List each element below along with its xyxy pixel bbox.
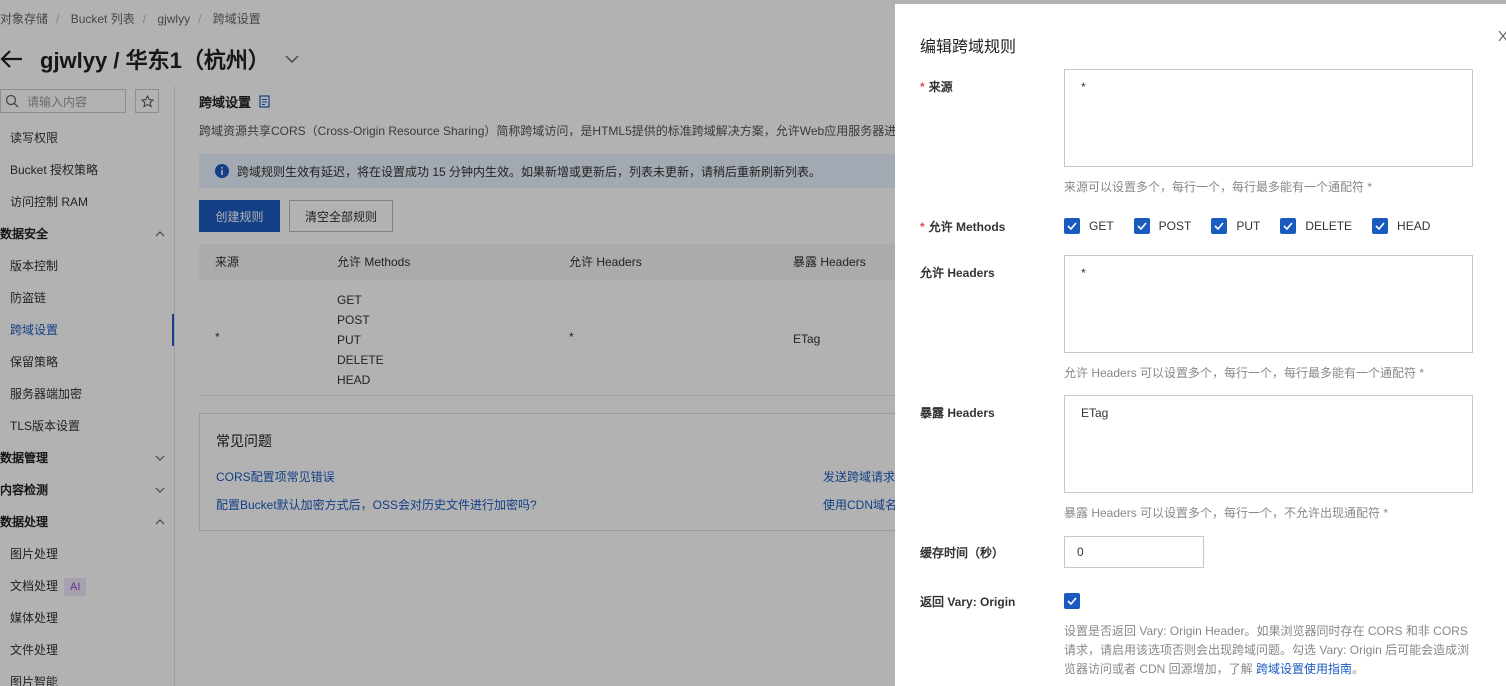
method-checkbox-delete[interactable]: DELETE	[1280, 218, 1352, 234]
drawer-title: 编辑跨域规则	[920, 39, 1017, 56]
checkbox-label: DELETE	[1305, 219, 1353, 233]
vary-help-tail: 。	[1352, 662, 1365, 676]
expose-headers-label: 暴露 Headers	[920, 406, 995, 420]
origin-textarea[interactable]: *	[1064, 69, 1473, 167]
allow-headers-label: 允许 Headers	[920, 266, 995, 280]
checkbox-checked-icon	[1064, 218, 1080, 234]
origin-label: * 来源	[920, 78, 953, 95]
required-marker: *	[920, 80, 925, 94]
allow-headers-textarea[interactable]: *	[1064, 255, 1473, 353]
cors-guide-link[interactable]: 跨域设置使用指南	[1256, 662, 1352, 676]
methods-label: * 允许 Methods	[920, 218, 1005, 235]
method-checkbox-put[interactable]: PUT	[1211, 218, 1260, 234]
vary-origin-help: 设置是否返回 Vary: Origin Header。如果浏览器同时存在 COR…	[1064, 622, 1476, 679]
origin-help: 来源可以设置多个，每行一个，每行最多能有一个通配符 *	[1064, 180, 1373, 194]
vary-origin-label: 返回 Vary: Origin	[920, 595, 1016, 609]
required-marker: *	[920, 220, 925, 234]
method-checkbox-get[interactable]: GET	[1064, 218, 1114, 234]
methods-label-text: 允许 Methods	[928, 220, 1006, 234]
checkbox-checked-icon	[1133, 218, 1150, 234]
checkbox-label: GET	[1089, 219, 1114, 233]
cache-time-label: 缓存时间（秒）	[920, 546, 1005, 560]
close-icon[interactable]	[1498, 30, 1506, 42]
checkbox-checked-icon	[1067, 597, 1077, 605]
checkbox-checked-icon	[1211, 218, 1228, 234]
checkbox-checked-icon	[1280, 218, 1297, 234]
origin-label-text: 来源	[928, 80, 953, 94]
cache-time-input[interactable]: 0	[1064, 536, 1204, 568]
expose-headers-textarea[interactable]: ETag	[1064, 395, 1473, 493]
methods-checkbox-group: GET POST PUT DELETE HEAD	[1064, 218, 1450, 234]
method-checkbox-post[interactable]: POST	[1133, 218, 1192, 234]
checkbox-label: POST	[1158, 219, 1192, 233]
checkbox-label: HEAD	[1397, 219, 1431, 233]
checkbox-label: PUT	[1236, 219, 1261, 233]
edit-cors-rule-drawer: 编辑跨域规则 * 来源 * 来源可以设置多个，每行一个，每行最多能有一个通配符 *…	[895, 4, 1506, 686]
method-checkbox-head[interactable]: HEAD	[1372, 218, 1430, 234]
allow-headers-help: 允许 Headers 可以设置多个，每行一个，每行最多能有一个通配符 *	[1064, 366, 1425, 380]
checkbox-checked-icon	[1372, 218, 1389, 234]
expose-headers-help: 暴露 Headers 可以设置多个，每行一个，不允许出现通配符 *	[1064, 506, 1389, 520]
vary-origin-checkbox[interactable]	[1064, 593, 1080, 609]
